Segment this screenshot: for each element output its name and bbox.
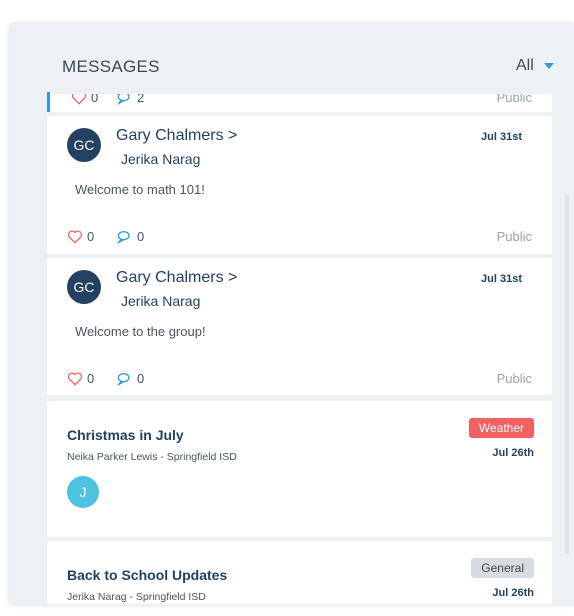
post-date: Jul 26th	[492, 447, 534, 459]
visibility-label: Public	[496, 229, 532, 244]
likes-stat[interactable]: 0	[67, 229, 94, 244]
heart-icon	[67, 230, 83, 244]
comments-icon	[117, 372, 130, 386]
visibility-label: Public	[496, 371, 532, 386]
messages-header: MESSAGES All	[10, 24, 574, 94]
avatar: GC	[67, 128, 101, 162]
message-body: Welcome to the group!	[75, 324, 206, 339]
comments-stat[interactable]: 0	[117, 371, 144, 386]
heart-icon	[67, 372, 83, 386]
post-title[interactable]: Back to School Updates	[67, 567, 227, 583]
filter-dropdown[interactable]: All	[516, 57, 554, 75]
likes-stat[interactable]: 0	[67, 371, 94, 386]
post-author: Jerika Narag - Springfield ISD	[67, 591, 206, 603]
post-author: Neika Parker Lewis - Springfield ISD	[67, 451, 237, 463]
recipient-name[interactable]: Jerika Narag	[121, 293, 200, 309]
category-tag: General	[471, 558, 534, 578]
message-body: Welcome to math 101!	[75, 182, 205, 197]
post-card[interactable]: Back to School Updates Jerika Narag - Sp…	[47, 541, 552, 604]
category-tag: Weather	[468, 418, 534, 438]
likes-count: 0	[87, 371, 95, 386]
message-card[interactable]: GC Gary Chalmers > Jerika Narag Jul 31st…	[47, 116, 552, 254]
scrollbar-track[interactable]	[565, 194, 569, 554]
page-title: MESSAGES	[62, 57, 160, 76]
chevron-down-icon	[543, 63, 554, 69]
post-date: Jul 26th	[492, 587, 534, 599]
post-title[interactable]: Christmas in July	[67, 427, 184, 443]
comments-count: 0	[137, 229, 145, 244]
sender-name[interactable]: Gary Chalmers >	[116, 269, 237, 287]
avatar: J	[67, 476, 99, 508]
likes-count: 0	[87, 229, 95, 244]
comments-stat[interactable]: 0	[117, 229, 144, 244]
post-card[interactable]: Christmas in July Neika Parker Lewis - S…	[47, 401, 552, 537]
message-date: Jul 31st	[481, 273, 522, 285]
sender-name[interactable]: Gary Chalmers >	[116, 127, 237, 145]
filter-label: All	[516, 57, 534, 74]
selected-indicator	[47, 92, 50, 112]
messages-panel: 0 2 Public GC Gary Chalmers > Jerika Nar…	[10, 24, 574, 604]
message-date: Jul 31st	[481, 131, 522, 143]
recipient-name[interactable]: Jerika Narag	[121, 151, 200, 167]
comments-count: 0	[137, 371, 145, 386]
avatar: GC	[67, 270, 101, 304]
messages-feed[interactable]: 0 2 Public GC Gary Chalmers > Jerika Nar…	[10, 24, 574, 604]
comments-icon	[117, 230, 130, 244]
message-card[interactable]: GC Gary Chalmers > Jerika Narag Jul 31st…	[47, 258, 552, 395]
